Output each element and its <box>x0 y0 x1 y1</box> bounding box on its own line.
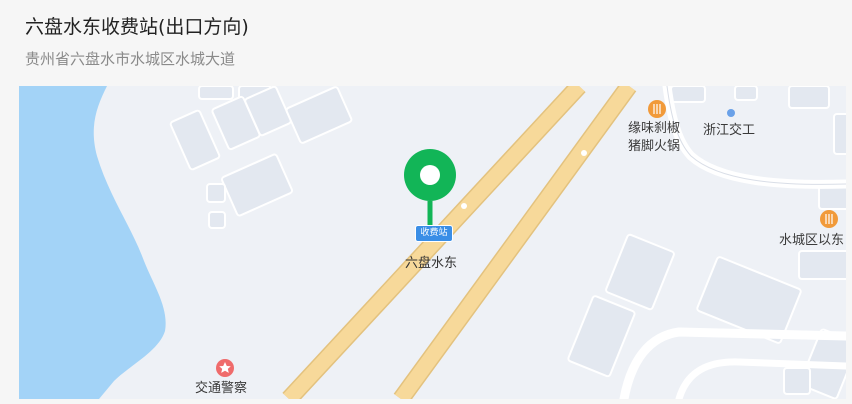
poi-label[interactable]: 猪脚火锅 <box>628 138 680 155</box>
restaurant-icon <box>820 210 838 228</box>
poi-label[interactable]: 缘味刹椒 <box>628 120 680 137</box>
restaurant-icon <box>648 100 666 118</box>
place-title: 六盘水东收费站(出口方向) <box>25 16 249 38</box>
poi-label[interactable]: 水城区以东 <box>779 232 844 249</box>
poi-label[interactable]: 交通警察 <box>195 380 247 397</box>
toll-station-badge: 收费站 <box>415 225 453 242</box>
map-view[interactable]: 收费站 六盘水东 缘味刹椒 猪脚火锅 浙江交工 水城区以东 交通警察 <box>19 86 846 399</box>
place-card: 六盘水东收费站(出口方向) 贵州省六盘水市水城区水城大道 收费站 六盘水东 缘味… <box>0 0 852 404</box>
marker-label[interactable]: 六盘水东 <box>405 256 457 272</box>
police-icon <box>216 359 234 377</box>
dot-icon <box>727 109 735 117</box>
place-address: 贵州省六盘水市水城区水城大道 <box>25 50 236 68</box>
poi-label[interactable]: 浙江交工 <box>703 122 755 139</box>
